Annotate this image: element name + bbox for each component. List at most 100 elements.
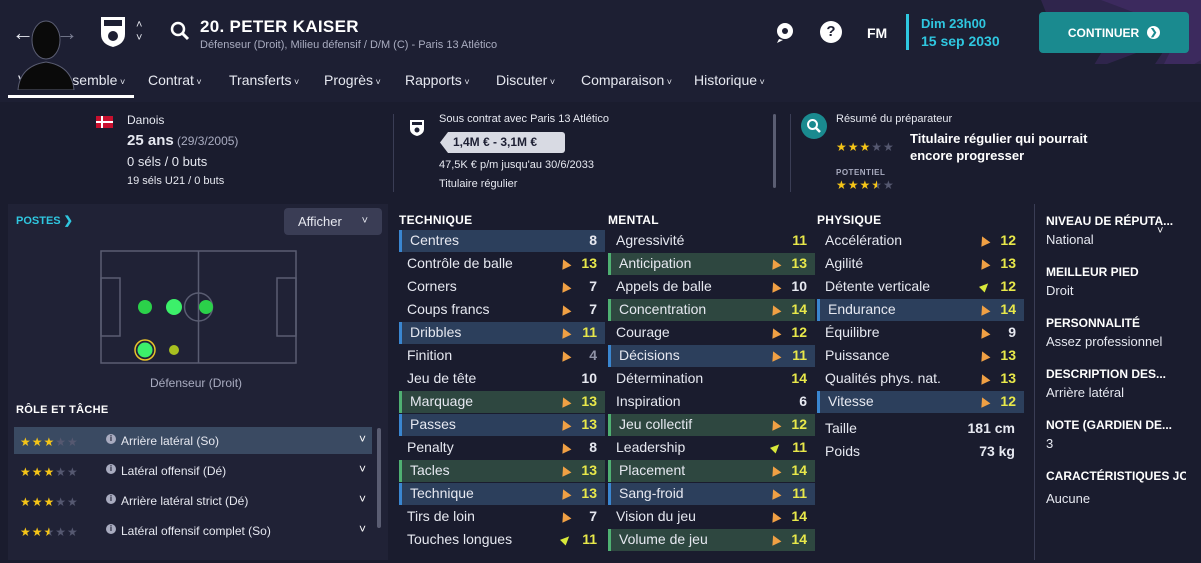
attribute-row[interactable]: Marquage 13 <box>399 391 605 413</box>
attribute-row[interactable]: Sang-froid 11 <box>608 483 815 505</box>
attribute-row[interactable]: Leadership 11 <box>608 437 815 459</box>
attribute-row[interactable]: Jeu collectif 12 <box>608 414 815 436</box>
attribute-row[interactable]: Finition 4 <box>399 345 605 367</box>
attribute-row[interactable]: Puissance 13 <box>817 345 1024 367</box>
transfer-value[interactable]: 1,4M € - 3,1M € <box>440 132 565 153</box>
attribute-row[interactable]: Appels de balle 10 <box>608 276 815 298</box>
info-icon[interactable]: i <box>106 524 116 534</box>
fm-logo[interactable]: FM <box>867 25 891 49</box>
chevron-down-icon[interactable]: ˅ <box>359 522 366 536</box>
chevron-down-icon[interactable]: ˅ <box>1157 225 1163 237</box>
attribute-row[interactable]: Vision du jeu 14 <box>608 506 815 528</box>
tab-bar: Vue d'ensemble Contrat Transferts Progrè… <box>0 64 1201 102</box>
attribute-value: 13 <box>581 255 597 271</box>
attribute-row[interactable]: Passes 13 <box>399 414 605 436</box>
attribute-row[interactable]: Tirs de loin 7 <box>399 506 605 528</box>
attribute-row[interactable]: Centres 8 <box>399 230 605 252</box>
tab-reports[interactable]: Rapports <box>405 72 470 88</box>
height-label: Taille <box>825 420 857 436</box>
attribute-name: Corners <box>407 278 457 294</box>
positions-link[interactable]: POSTES ❯ <box>16 214 73 227</box>
attribute-row[interactable]: Qualités phys. nat. 13 <box>817 368 1024 390</box>
attribute-name: Équilibre <box>825 324 880 340</box>
attribute-row[interactable]: Équilibre 9 <box>817 322 1024 344</box>
role-name: Arrière latéral (So) <box>121 434 220 448</box>
attribute-name: Détente verticale <box>825 278 931 294</box>
trend-steep-arrow-icon <box>769 441 783 454</box>
attribute-row[interactable]: Jeu de tête 10 <box>399 368 605 390</box>
attribute-row[interactable]: Penalty 8 <box>399 437 605 459</box>
nationality: Danois <box>127 113 165 127</box>
chevron-down-icon[interactable]: ˅ <box>359 432 366 446</box>
attribute-row[interactable]: Contrôle de balle 13 <box>399 253 605 275</box>
attribute-row[interactable]: Concentration 14 <box>608 299 815 321</box>
chevron-down-icon[interactable]: ˅ <box>359 462 366 476</box>
attribute-row[interactable]: Courage 12 <box>608 322 815 344</box>
attribute-row[interactable]: Coups francs 7 <box>399 299 605 321</box>
age: 25 ans <box>127 132 174 149</box>
potential-ability-stars-icon: ★★★★★ <box>836 178 895 192</box>
role-row[interactable]: ★★★★★ i Latéral offensif (Dé) ˅ <box>14 457 372 484</box>
attribute-row[interactable]: Endurance 14 <box>817 299 1024 321</box>
info-icon[interactable]: i <box>106 434 116 444</box>
attribute-row[interactable]: Dribbles 11 <box>399 322 605 344</box>
chevron-down-icon[interactable]: ˅ <box>359 492 366 506</box>
club-badge-small-icon <box>410 120 424 136</box>
help-icon[interactable]: ? <box>820 21 842 43</box>
attribute-value: 13 <box>1000 255 1016 271</box>
trend-up-arrow-icon <box>558 418 572 431</box>
attribute-row[interactable]: Agilité 13 <box>817 253 1024 275</box>
attribute-value: 9 <box>1008 324 1016 340</box>
attribute-value: 14 <box>791 462 807 478</box>
attribute-name: Agressivité <box>616 232 685 248</box>
player-positions-club[interactable]: Défenseur (Droit), Milieu défensif / D/M… <box>200 39 497 51</box>
attribute-row[interactable]: Détermination 14 <box>608 368 815 390</box>
player-cycle-arrows-icon[interactable]: ˄ ˅ <box>136 19 142 45</box>
tab-contract[interactable]: Contrat <box>148 72 202 88</box>
club-badge-icon[interactable] <box>100 16 126 48</box>
attribute-row[interactable]: Corners 7 <box>399 276 605 298</box>
player-name: 20. PETER KAISER <box>200 17 359 36</box>
roles-scrollbar[interactable] <box>377 428 381 528</box>
attribute-row[interactable]: Accélération 12 <box>817 230 1024 252</box>
info-icon[interactable]: i <box>106 494 116 504</box>
search-icon[interactable] <box>170 21 190 41</box>
scout-magnifier-icon[interactable] <box>801 113 827 139</box>
continue-button[interactable]: CONTINUER ❯ <box>1039 12 1189 53</box>
current-ability-stars-icon: ★★★★★ <box>836 140 895 154</box>
show-dropdown[interactable]: Afficher <box>284 208 382 235</box>
info-icon[interactable]: i <box>106 464 116 474</box>
tab-transfers[interactable]: Transferts <box>229 72 299 88</box>
attribute-row[interactable]: Anticipation 13 <box>608 253 815 275</box>
date-of-birth: (29/3/2005) <box>177 134 239 148</box>
position-dot <box>138 300 152 314</box>
trend-up-arrow-icon <box>558 326 572 339</box>
attribute-row[interactable]: Placement 14 <box>608 460 815 482</box>
trend-up-arrow-icon <box>558 303 572 316</box>
active-tab-indicator <box>8 95 134 98</box>
attribute-value: 13 <box>581 416 597 432</box>
role-row[interactable]: ★★★★★ i Latéral offensif complet (So) ˅ <box>14 517 372 544</box>
attribute-row[interactable]: Technique 13 <box>399 483 605 505</box>
attribute-value: 13 <box>1000 347 1016 363</box>
attribute-row[interactable]: Inspiration 6 <box>608 391 815 413</box>
attribute-row[interactable]: Touches longues 11 <box>399 529 605 551</box>
contract-scrollbar[interactable] <box>773 114 776 188</box>
pitch-diagram[interactable] <box>100 250 297 364</box>
attribute-value: 8 <box>589 232 597 248</box>
attribute-row[interactable]: Décisions 11 <box>608 345 815 367</box>
attribute-row[interactable]: Vitesse 12 <box>817 391 1024 413</box>
attribute-row[interactable]: Agressivité 11 <box>608 230 815 252</box>
attribute-row[interactable]: Tacles 13 <box>399 460 605 482</box>
social-ball-icon[interactable] <box>773 20 797 44</box>
role-row[interactable]: ★★★★★ i Arrière latéral strict (Dé) ˅ <box>14 487 372 514</box>
attribute-name: Leadership <box>616 439 686 455</box>
tab-progress[interactable]: Progrès <box>324 72 381 88</box>
tab-history[interactable]: Historique <box>694 72 765 88</box>
tab-comparison[interactable]: Comparaison <box>581 72 672 88</box>
info-label: MEILLEUR PIED <box>1046 265 1139 279</box>
attribute-row[interactable]: Volume de jeu 14 <box>608 529 815 551</box>
attribute-row[interactable]: Détente verticale 12 <box>817 276 1024 298</box>
tab-discuss[interactable]: Discuter <box>496 72 555 88</box>
role-row[interactable]: ★★★★★ i Arrière latéral (So) ˅ <box>14 427 372 454</box>
